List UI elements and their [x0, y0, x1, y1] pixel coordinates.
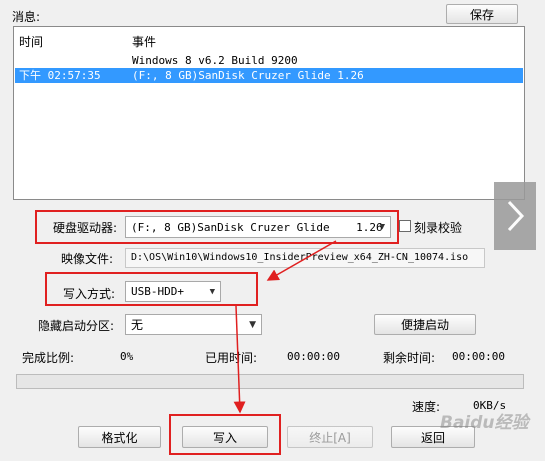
- annotation-arrows: [233, 240, 337, 414]
- annotation-arrow-drive-to-mode: [266, 240, 337, 281]
- watermark-logo: Baidu经验: [440, 413, 529, 433]
- annotation-arrow-mode-to-write: [233, 305, 246, 414]
